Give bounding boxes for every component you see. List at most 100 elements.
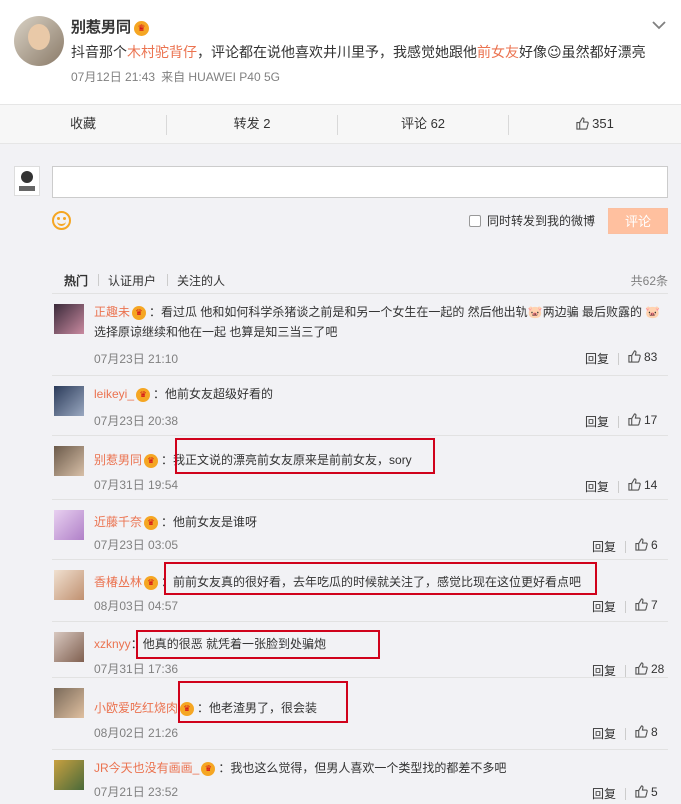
commenter-avatar[interactable] xyxy=(54,760,84,790)
commenter-name[interactable]: 别惹男同 xyxy=(94,453,142,467)
commenter-avatar[interactable] xyxy=(54,304,84,334)
comment-input[interactable] xyxy=(52,166,668,198)
comment-like-count: 14 xyxy=(644,478,658,492)
reply-button[interactable]: 回复 xyxy=(592,538,616,555)
comment-button[interactable]: 评论 62 xyxy=(338,105,508,143)
commenter-name[interactable]: xzknyy xyxy=(94,637,131,651)
comment-time: 08月02日 21:26 xyxy=(94,726,179,740)
chevron-down-icon[interactable] xyxy=(650,16,668,34)
commenter-name[interactable]: leikeyi_ xyxy=(94,387,134,401)
comment-time: 07月23日 03:05 xyxy=(94,538,179,552)
post-time[interactable]: 07月12日 21:43 xyxy=(71,70,155,84)
comment-like-count: 8 xyxy=(651,725,658,739)
post-author[interactable]: 别惹男同 ♛ xyxy=(71,16,150,37)
comment-text: 近藤千奈 ♛ ：他前女友是谁呀 xyxy=(94,515,258,530)
comment-time: 07月31日 17:36 xyxy=(94,662,179,676)
thumbs-up-icon xyxy=(635,725,648,738)
filter-tab-verified[interactable]: 认证用户 xyxy=(108,272,156,289)
author-avatar[interactable] xyxy=(14,16,64,66)
comment-item: 正趣未 ♛ ：看过瓜 他和如何科学杀猪谈之前是和另一个女生在一起的 然后他出轨🐷两边… xyxy=(52,293,668,375)
vip-crown-icon: ♛ xyxy=(144,453,159,468)
vip-crown-icon: ♛ xyxy=(144,515,159,530)
vip-crown-icon: ♛ xyxy=(136,387,151,402)
commenter-avatar[interactable] xyxy=(54,386,84,416)
comment-like-count: 83 xyxy=(644,350,658,364)
commenter-name[interactable]: JR今天也没有画画_ xyxy=(94,761,199,775)
filter-tab-hot[interactable]: 热门 xyxy=(64,272,88,289)
my-avatar xyxy=(14,166,40,196)
submit-comment-button[interactable]: 评论 xyxy=(608,208,668,234)
highlight-box xyxy=(178,681,348,723)
post-meta: 07月12日 21:43 来自 HUAWEI P40 5G xyxy=(71,68,280,85)
reply-button[interactable]: 回复 xyxy=(592,785,616,802)
commenter-avatar[interactable] xyxy=(54,632,84,662)
commenter-avatar[interactable] xyxy=(54,510,84,540)
emoji-icon[interactable] xyxy=(52,211,71,230)
divider xyxy=(167,274,168,286)
reply-button[interactable]: 回复 xyxy=(592,598,616,615)
post-link-topic[interactable]: 木村驼背仔 xyxy=(127,44,197,60)
highlight-box xyxy=(164,562,597,595)
post-action-bar: 收藏 转发 2 评论 62 351 xyxy=(0,104,681,144)
comment-like-count: 6 xyxy=(651,538,658,552)
comment-total: 共62条 xyxy=(630,274,668,288)
comment-like-button[interactable]: 7 xyxy=(635,598,658,612)
comment-time: 08月03日 04:57 xyxy=(94,599,179,613)
vip-crown-icon: ♛ xyxy=(144,575,159,590)
commenter-name[interactable]: 香椿丛林 xyxy=(94,575,142,589)
commenter-avatar[interactable] xyxy=(54,688,84,718)
comment-time: 07月23日 21:10 xyxy=(94,352,179,366)
comment-like-button[interactable]: 14 xyxy=(628,478,657,492)
vip-crown-icon: ♛ xyxy=(201,761,216,776)
divider xyxy=(618,353,619,365)
divider xyxy=(625,728,626,740)
reply-button[interactable]: 回复 xyxy=(592,725,616,742)
comment-time: 07月21日 23:52 xyxy=(94,785,179,799)
comment-filter-bar: 热门 认证用户 关注的人 共62条 xyxy=(52,266,668,292)
comment-time: 07月23日 20:38 xyxy=(94,414,179,428)
repost-checkbox[interactable] xyxy=(469,215,481,227)
comment-like-button[interactable]: 5 xyxy=(635,785,658,799)
comment-like-button[interactable]: 6 xyxy=(635,538,658,552)
divider xyxy=(625,601,626,613)
thumbs-up-icon xyxy=(628,413,641,426)
reply-button[interactable]: 回复 xyxy=(585,478,609,495)
reply-button[interactable]: 回复 xyxy=(585,350,609,367)
reply-button[interactable]: 回复 xyxy=(585,413,609,430)
divider xyxy=(625,665,626,677)
comment-like-count: 28 xyxy=(651,662,665,676)
divider xyxy=(98,274,99,286)
comment-like-count: 17 xyxy=(644,413,658,427)
comment-item: 小欧爱吃红烧肉 ♛ ：他老渣男了，很会装 08月02日 21:26 回复 8 xyxy=(52,677,668,749)
comment-item: JR今天也没有画画_ ♛ ：我也这么觉得，但男人喜欢一个类型找的都差不多吧 07月2… xyxy=(52,749,668,804)
like-button[interactable]: 351 xyxy=(509,105,681,143)
comment-like-button[interactable]: 8 xyxy=(635,725,658,739)
highlight-box xyxy=(136,630,380,659)
commenter-avatar[interactable] xyxy=(54,446,84,476)
thumbs-up-icon xyxy=(635,538,648,551)
repost-button[interactable]: 转发 2 xyxy=(167,105,337,143)
comment-text: JR今天也没有画画_ ♛ ：我也这么觉得，但男人喜欢一个类型找的都差不多吧 xyxy=(94,761,507,776)
thumbs-up-icon xyxy=(635,598,648,611)
comment-like-count: 5 xyxy=(651,785,658,799)
post-text: 抖音那个木村驼背仔，评论都在说他喜欢井川里予，我感觉她跟他前女友好像😉虽然都好漂… xyxy=(71,44,646,60)
post-link-keyword[interactable]: 前女友 xyxy=(477,44,519,60)
divider xyxy=(618,481,619,493)
comment-item: 近藤千奈 ♛ ：他前女友是谁呀 07月23日 03:05 回复 6 xyxy=(52,499,668,559)
filter-tab-following[interactable]: 关注的人 xyxy=(177,272,225,289)
commenter-avatar[interactable] xyxy=(54,570,84,600)
comment-time: 07月31日 19:54 xyxy=(94,478,179,492)
comment-text: leikeyi_ ♛ ：他前女友超级好看的 xyxy=(94,387,274,402)
commenter-name[interactable]: 近藤千奈 xyxy=(94,515,142,529)
comment-like-button[interactable]: 83 xyxy=(628,350,657,364)
commenter-name[interactable]: 正趣未 xyxy=(94,305,130,319)
repost-checkbox-label[interactable]: 同时转发到我的微博 xyxy=(487,212,595,229)
thumbs-up-icon xyxy=(628,350,641,363)
thumbs-up-icon xyxy=(628,478,641,491)
thumbs-up-icon xyxy=(635,662,648,675)
comment-like-button[interactable]: 17 xyxy=(628,413,657,427)
comment-like-count: 7 xyxy=(651,598,658,612)
comment-like-button[interactable]: 28 xyxy=(635,662,664,676)
commenter-name[interactable]: 小欧爱吃红烧肉 xyxy=(94,701,178,715)
favorite-button[interactable]: 收藏 xyxy=(0,105,166,143)
